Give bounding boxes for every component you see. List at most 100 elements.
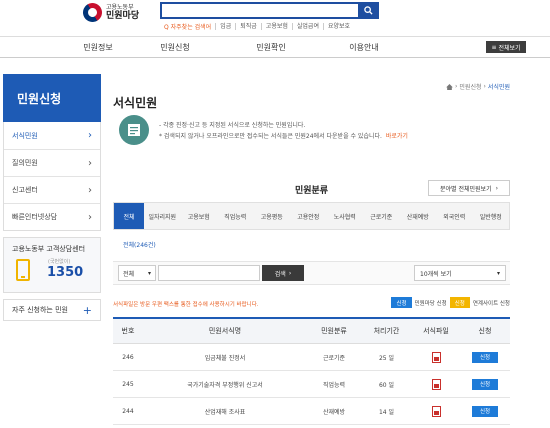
government-emblem-icon bbox=[79, 0, 106, 26]
document-file-icon[interactable] bbox=[431, 405, 441, 417]
call-center-note: (국번없이) bbox=[48, 259, 71, 265]
sidebar-item-inquiry[interactable]: 질의민원 › bbox=[4, 149, 100, 176]
apply-button[interactable]: 신청 bbox=[472, 378, 498, 390]
form-name-link[interactable]: 국가기술자격 부정행위 신고서 bbox=[143, 380, 307, 389]
view-all-menu-button[interactable]: ≡ 전체보기 bbox=[486, 41, 526, 53]
tab-labor-cooperation[interactable]: 노사협력 bbox=[327, 203, 364, 229]
column-header: 민원분류 bbox=[321, 327, 347, 335]
main-navigation: 민원정보 민원신청 민원확인 이용안내 ≡ 전체보기 bbox=[0, 36, 550, 58]
chevron-right-icon: › bbox=[88, 130, 92, 141]
caret-down-icon: ▾ bbox=[147, 269, 151, 277]
sidebar-menu: 서식민원 › 질의민원 › 신고센터 › 빠른인터넷상담 › bbox=[3, 122, 101, 231]
plus-icon: + bbox=[82, 303, 92, 317]
column-header: 신청 bbox=[478, 327, 492, 335]
site-logo[interactable]: 고용노동부 민원마당 bbox=[79, 0, 140, 26]
row-number: 245 bbox=[122, 380, 134, 388]
call-center-number: 1350 bbox=[47, 265, 84, 280]
keyword-link[interactable]: 퇴직금 bbox=[235, 23, 261, 30]
home-icon[interactable] bbox=[446, 83, 453, 90]
filter-bar: 전체 ▾ 검색 › 10개씩 보기 ▾ bbox=[113, 261, 510, 285]
legend-text: 연계사이트 신청 bbox=[472, 300, 510, 307]
notice-row: 서식파일은 방문 우편 팩스를 통한 접수에 사용하시기 바랍니다. 신청 민원… bbox=[113, 297, 510, 311]
form-search-input[interactable] bbox=[158, 265, 260, 281]
frequent-requests-toggle[interactable]: 자주 신청하는 민원 + bbox=[3, 299, 101, 321]
tab-labor-standards[interactable]: 근로기준 bbox=[363, 203, 400, 229]
caret-down-icon: ▾ bbox=[496, 269, 500, 277]
row-number: 246 bbox=[122, 353, 134, 361]
logo-site-name: 민원마당 bbox=[106, 10, 140, 21]
keyword-link[interactable]: 임금 bbox=[215, 23, 235, 30]
page-title: 서식민원 bbox=[113, 96, 158, 110]
chevron-right-icon: › bbox=[88, 184, 92, 196]
nav-item-guide[interactable]: 이용안내 bbox=[324, 42, 404, 53]
frequent-requests-label: 자주 신청하는 민원 bbox=[12, 306, 68, 314]
sidebar: 민원신청 서식민원 › 질의민원 › 신고센터 › 빠른인터넷상담 › 고용노동… bbox=[3, 74, 101, 321]
chevron-right-icon: › bbox=[88, 211, 92, 223]
legend-badge-blue: 신청 bbox=[391, 297, 412, 308]
global-search-button[interactable] bbox=[358, 2, 379, 19]
search-scope-select[interactable]: 전체 ▾ bbox=[118, 265, 156, 281]
legend-text: 민원마당 신청 bbox=[414, 300, 447, 307]
tab-all[interactable]: 전체 bbox=[114, 203, 144, 229]
document-file-icon[interactable] bbox=[431, 378, 441, 390]
nav-item-info[interactable]: 민원정보 bbox=[58, 42, 138, 53]
table-row: 245 국가기술자격 부정행위 신고서 직업능력 60 일 신청 bbox=[113, 371, 510, 398]
view-all-by-field-button[interactable]: 분야별 전체민원보기 › bbox=[428, 180, 510, 196]
minwon24-shortcut-link[interactable]: 바로가기 bbox=[386, 133, 408, 140]
call-center-box: 고용노동부 고객상담센터 (국번없이) 1350 bbox=[3, 237, 101, 293]
view-all-by-field-label: 분야별 전체민원보기 bbox=[440, 185, 492, 193]
tab-general-admin[interactable]: 일반행정 bbox=[473, 203, 510, 229]
tab-employment-equality[interactable]: 고용평등 bbox=[254, 203, 291, 229]
tab-employment-stability[interactable]: 고용안정 bbox=[290, 203, 327, 229]
tab-accident-prevention[interactable]: 산재예방 bbox=[400, 203, 437, 229]
sidebar-item-report-center[interactable]: 신고센터 › bbox=[4, 176, 100, 203]
forms-table: 번호 민원서식명 민원분류 처리기간 서식파일 신청 246 임금체불 진정서 … bbox=[113, 317, 510, 425]
table-header: 번호 민원서식명 민원분류 처리기간 서식파일 신청 bbox=[113, 319, 510, 344]
total-count-link[interactable]: 전체(246건) bbox=[123, 240, 156, 249]
popular-keywords-label: Q 자주찾는 검색어 bbox=[164, 24, 212, 31]
logo-ministry-text: 고용노동부 bbox=[106, 3, 134, 11]
tab-job-support[interactable]: 일자리지원 bbox=[144, 203, 181, 229]
document-file-icon[interactable] bbox=[431, 351, 441, 363]
table-row: 246 임금체불 진정서 근로기준 25 일 신청 bbox=[113, 344, 510, 371]
chevron-right-icon: › bbox=[288, 269, 292, 277]
apply-button[interactable]: 신청 bbox=[472, 351, 498, 363]
per-page-select[interactable]: 10개씩 보기 ▾ bbox=[414, 265, 506, 281]
keyword-link[interactable]: 요양보호 bbox=[322, 23, 354, 30]
column-header: 민원서식명 bbox=[208, 327, 242, 335]
search-icon bbox=[364, 6, 373, 15]
tab-foreign-workforce[interactable]: 외국인력 bbox=[436, 203, 473, 229]
apply-legend: 신청 민원마당 신청 신청 연계사이트 신청 bbox=[391, 297, 510, 308]
form-category: 산재예방 bbox=[322, 408, 346, 416]
form-search-label: 검색 bbox=[274, 270, 286, 278]
processing-period: 14 일 bbox=[378, 408, 395, 416]
form-name-link[interactable]: 임금체불 진정서 bbox=[143, 353, 307, 362]
legend-badge-yellow: 신청 bbox=[449, 297, 470, 308]
global-search-input[interactable] bbox=[160, 2, 379, 19]
breadcrumb-item[interactable]: 민원신청 bbox=[459, 82, 481, 91]
apply-button[interactable]: 신청 bbox=[472, 405, 498, 417]
chevron-right-icon: › bbox=[455, 83, 458, 90]
sidebar-item-online-counsel[interactable]: 빠른인터넷상담 › bbox=[4, 203, 100, 230]
column-header: 번호 bbox=[121, 327, 135, 335]
tab-employment-insurance[interactable]: 고용보험 bbox=[181, 203, 218, 229]
tab-vocational-skills[interactable]: 직업능력 bbox=[217, 203, 254, 229]
table-row: 244 산업재해 조사표 산재예방 14 일 신청 bbox=[113, 398, 510, 425]
form-name-link[interactable]: 산업재해 조사표 bbox=[143, 407, 307, 416]
keyword-link[interactable]: 실업급여 bbox=[291, 23, 323, 30]
keyword-link[interactable]: 고용보험 bbox=[260, 23, 292, 30]
nav-item-check[interactable]: 민원확인 bbox=[231, 42, 311, 53]
chevron-right-icon: › bbox=[88, 157, 92, 169]
form-search-button[interactable]: 검색 › bbox=[262, 265, 304, 281]
processing-period: 60 일 bbox=[378, 381, 395, 389]
chevron-right-icon: › bbox=[483, 83, 486, 90]
submission-notice: 서식파일은 방문 우편 팩스를 통한 접수에 사용하시기 바랍니다. bbox=[113, 302, 259, 308]
document-form-icon bbox=[119, 115, 149, 145]
nav-item-apply[interactable]: 민원신청 bbox=[135, 42, 215, 53]
sidebar-item-form-request[interactable]: 서식민원 › bbox=[4, 122, 100, 149]
column-header: 서식파일 bbox=[423, 327, 449, 335]
category-tabs: 전체 일자리지원 고용보험 직업능력 고용평등 고용안정 노사협력 근로기준 산… bbox=[113, 202, 510, 230]
category-section: 민원분류 분야별 전체민원보기 › bbox=[113, 178, 510, 198]
call-center-title: 고용노동부 고객상담센터 bbox=[12, 245, 86, 253]
sidebar-item-label: 서식민원 bbox=[12, 131, 38, 140]
